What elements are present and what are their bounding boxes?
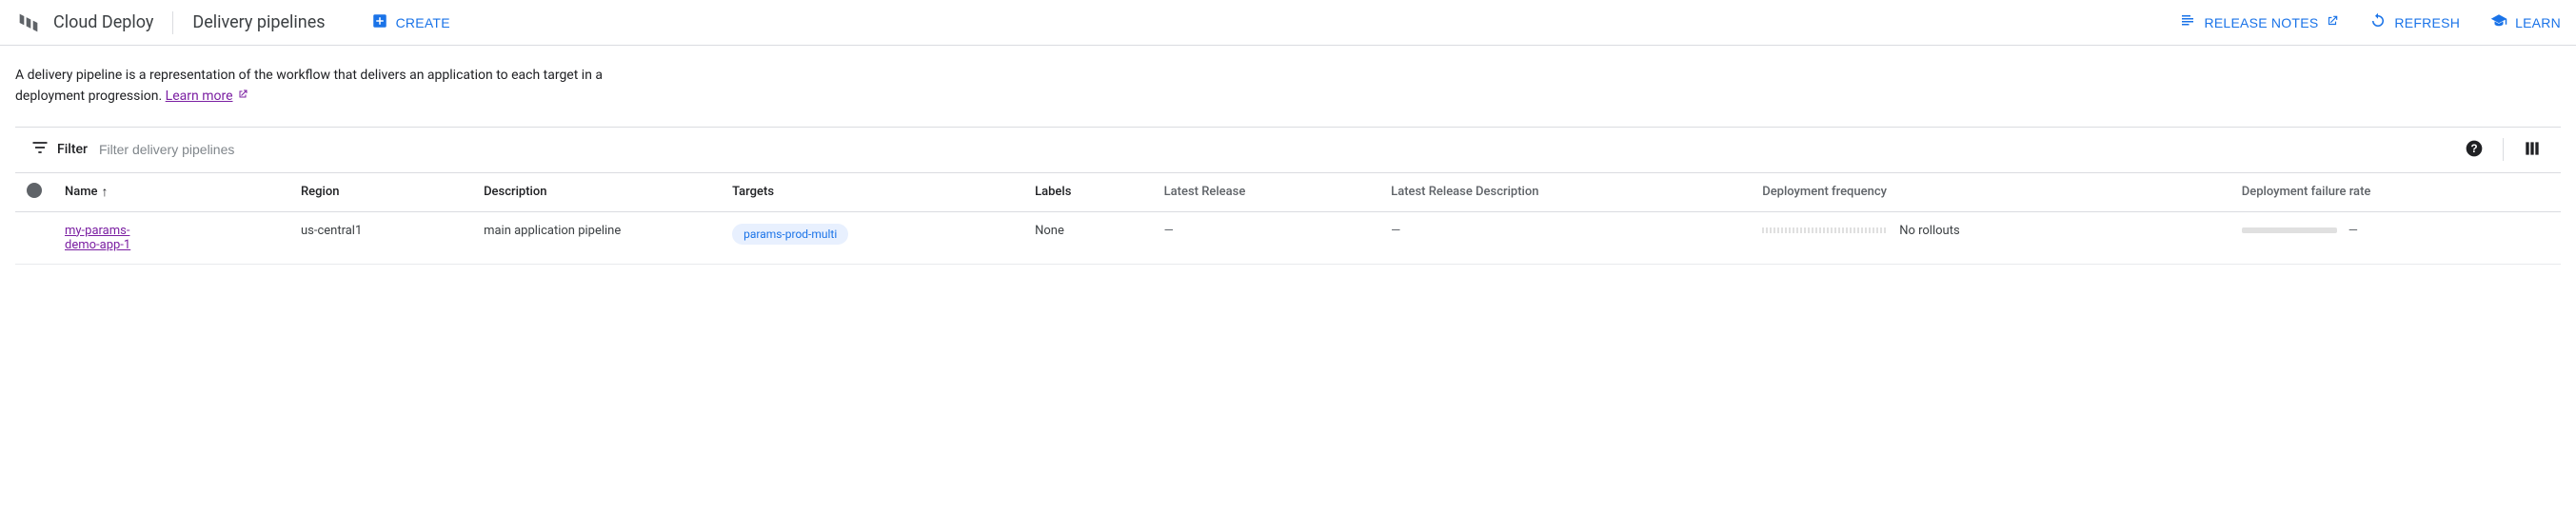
- pipelines-table: Name↑ Region Description Targets Labels …: [15, 173, 2561, 265]
- row-labels-cell: None: [1023, 211, 1153, 264]
- filter-bar: Filter ?: [15, 127, 2561, 173]
- row-latest-release-desc-cell: —: [1379, 211, 1751, 264]
- external-link-icon: [237, 86, 248, 107]
- page-title: Delivery pipelines: [192, 12, 325, 32]
- refresh-button[interactable]: REFRESH: [2369, 12, 2460, 32]
- header-divider: [172, 11, 173, 34]
- row-select-cell[interactable]: [15, 211, 53, 264]
- filter-input[interactable]: [99, 142, 2449, 157]
- col-deployment-fail[interactable]: Deployment failure rate: [2230, 173, 2561, 212]
- select-all-header[interactable]: [15, 173, 53, 212]
- col-description[interactable]: Description: [472, 173, 721, 212]
- failure-bar: [2242, 227, 2337, 233]
- col-latest-release-desc[interactable]: Latest Release Description: [1379, 173, 1751, 212]
- col-region[interactable]: Region: [289, 173, 472, 212]
- header-actions-left: CREATE: [371, 12, 450, 32]
- filter-icon: [30, 138, 50, 161]
- select-dot-icon: [27, 183, 42, 198]
- refresh-icon: [2369, 12, 2387, 32]
- row-region-cell: us-central1: [289, 211, 472, 264]
- notes-icon: [2179, 12, 2196, 32]
- product-name: Cloud Deploy: [53, 12, 153, 32]
- sort-arrow-up-icon: ↑: [102, 184, 109, 200]
- col-name[interactable]: Name↑: [53, 173, 289, 212]
- create-label: CREATE: [396, 15, 450, 30]
- col-deployment-freq[interactable]: Deployment frequency: [1751, 173, 2230, 212]
- col-labels[interactable]: Labels: [1023, 173, 1153, 212]
- graduation-cap-icon: [2490, 12, 2507, 32]
- columns-icon: [2523, 139, 2542, 161]
- table-header: Name↑ Region Description Targets Labels …: [15, 173, 2561, 212]
- refresh-label: REFRESH: [2394, 15, 2460, 30]
- help-circle-icon: ?: [2465, 139, 2484, 161]
- row-targets-cell: params-prod-multi: [721, 211, 1023, 264]
- help-button[interactable]: ?: [2461, 135, 2487, 165]
- col-latest-release[interactable]: Latest Release: [1153, 173, 1380, 212]
- row-latest-release-cell: —: [1153, 211, 1380, 264]
- column-display-button[interactable]: [2519, 135, 2546, 165]
- row-name-cell: my-params-demo-app-1: [53, 211, 289, 264]
- learn-button[interactable]: LEARN: [2490, 12, 2561, 32]
- filter-label-wrap: Filter: [30, 138, 88, 161]
- filter-right-actions: ?: [2461, 135, 2546, 165]
- frequency-bar: [1762, 227, 1886, 233]
- row-description-cell: main application pipeline: [472, 211, 721, 264]
- filter-label: Filter: [57, 142, 88, 157]
- main-content: A delivery pipeline is a representation …: [0, 46, 2576, 265]
- plus-box-icon: [371, 12, 388, 32]
- pipeline-name-link[interactable]: my-params-demo-app-1: [65, 224, 150, 252]
- header-actions-right: RELEASE NOTES REFRESH LEARN: [2179, 12, 2561, 32]
- col-targets[interactable]: Targets: [721, 173, 1023, 212]
- description-text: A delivery pipeline is a representation …: [15, 68, 603, 104]
- external-link-icon: [2326, 14, 2339, 30]
- table-row: my-params-demo-app-1 us-central1 main ap…: [15, 211, 2561, 264]
- release-notes-label: RELEASE NOTES: [2204, 15, 2318, 30]
- release-notes-button[interactable]: RELEASE NOTES: [2179, 12, 2339, 32]
- no-rollouts-text: No rollouts: [1899, 224, 1959, 238]
- learn-more-text: Learn more: [166, 86, 233, 107]
- cloud-deploy-logo-icon: [15, 10, 42, 36]
- create-button[interactable]: CREATE: [371, 12, 450, 32]
- logo-section: Cloud Deploy: [15, 10, 153, 36]
- learn-more-link[interactable]: Learn more: [166, 86, 248, 107]
- row-deployment-fail-cell: —: [2230, 211, 2561, 264]
- row-deployment-freq-cell: No rollouts: [1751, 211, 2230, 264]
- svg-text:?: ?: [2470, 143, 2477, 155]
- failure-dash: —: [2348, 224, 2358, 238]
- page-description: A delivery pipeline is a representation …: [15, 65, 605, 108]
- learn-label: LEARN: [2515, 15, 2561, 30]
- table-body: my-params-demo-app-1 us-central1 main ap…: [15, 211, 2561, 264]
- app-header: Cloud Deploy Delivery pipelines CREATE R…: [0, 0, 2576, 46]
- target-chip[interactable]: params-prod-multi: [732, 224, 848, 245]
- divider: [2503, 138, 2504, 161]
